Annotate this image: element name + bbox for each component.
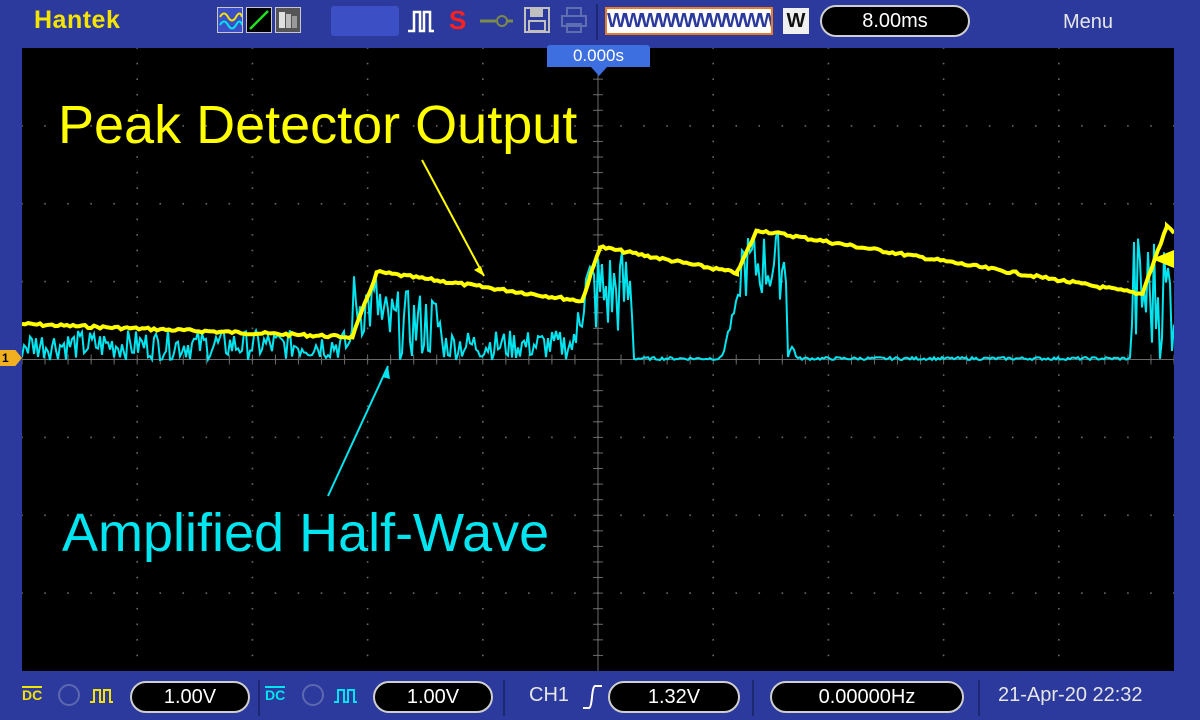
- save-disk-icon[interactable]: [523, 6, 551, 34]
- timebase-mode-badge[interactable]: W: [783, 8, 809, 34]
- sine-wave-icon[interactable]: [217, 7, 243, 33]
- peak-arrow-head: [474, 266, 484, 276]
- top-toolbar: Hantek S WWWWWWWWWW W 8.00ms Menu: [0, 0, 1200, 44]
- ch1-bandwidth-icon[interactable]: [58, 684, 80, 706]
- brand-logo: Hantek: [34, 6, 121, 34]
- rising-edge-icon[interactable]: [581, 683, 603, 711]
- empty-slot: [331, 6, 399, 36]
- bottom-divider: [752, 680, 754, 716]
- amplified-half-wave-label: Amplified Half-Wave: [62, 503, 550, 563]
- ch2-invert-icon[interactable]: [332, 686, 358, 706]
- bottom-divider: [503, 680, 505, 716]
- channel-ground-marker[interactable]: 1: [0, 350, 22, 366]
- trigger-time-pointer: [591, 67, 607, 76]
- bottom-divider: [258, 680, 260, 716]
- ch2-bandwidth-icon[interactable]: [302, 684, 324, 706]
- print-icon[interactable]: [560, 6, 588, 34]
- persistence-icon[interactable]: [275, 7, 301, 33]
- toolbar-divider: [596, 4, 598, 40]
- ch1-volts-per-div[interactable]: 1.00V: [130, 681, 250, 713]
- trigger-source[interactable]: CH1: [529, 684, 569, 707]
- peak-annotation-arrow: [421, 159, 485, 277]
- trigger-level-marker[interactable]: [1152, 250, 1174, 268]
- acquisition-wave-field[interactable]: WWWWWWWWWW: [605, 7, 773, 35]
- trigger-time-marker[interactable]: 0.000s: [547, 45, 650, 67]
- ch2-volts-per-div[interactable]: 1.00V: [373, 681, 493, 713]
- peak-detector-label: Peak Detector Output: [58, 95, 578, 155]
- timebase-readout[interactable]: 8.00ms: [820, 5, 970, 37]
- ch1-invert-icon[interactable]: [88, 686, 114, 706]
- stop-s-icon[interactable]: S: [449, 5, 466, 36]
- ch1-coupling-icon[interactable]: DC: [22, 686, 43, 702]
- line-slope-icon[interactable]: [246, 7, 272, 33]
- trigger-level-readout[interactable]: 1.32V: [608, 681, 740, 713]
- ch2-coupling-icon[interactable]: DC: [265, 686, 286, 702]
- bottom-divider: [978, 680, 980, 716]
- amplified-annotation-arrow: [327, 365, 389, 497]
- menu-button[interactable]: Menu: [1063, 11, 1113, 34]
- probe-icon[interactable]: [478, 12, 514, 30]
- frequency-readout: 0.00000Hz: [770, 681, 964, 713]
- date-time: 21-Apr-20 22:32: [998, 684, 1143, 706]
- run-pulse-icon[interactable]: [406, 6, 436, 36]
